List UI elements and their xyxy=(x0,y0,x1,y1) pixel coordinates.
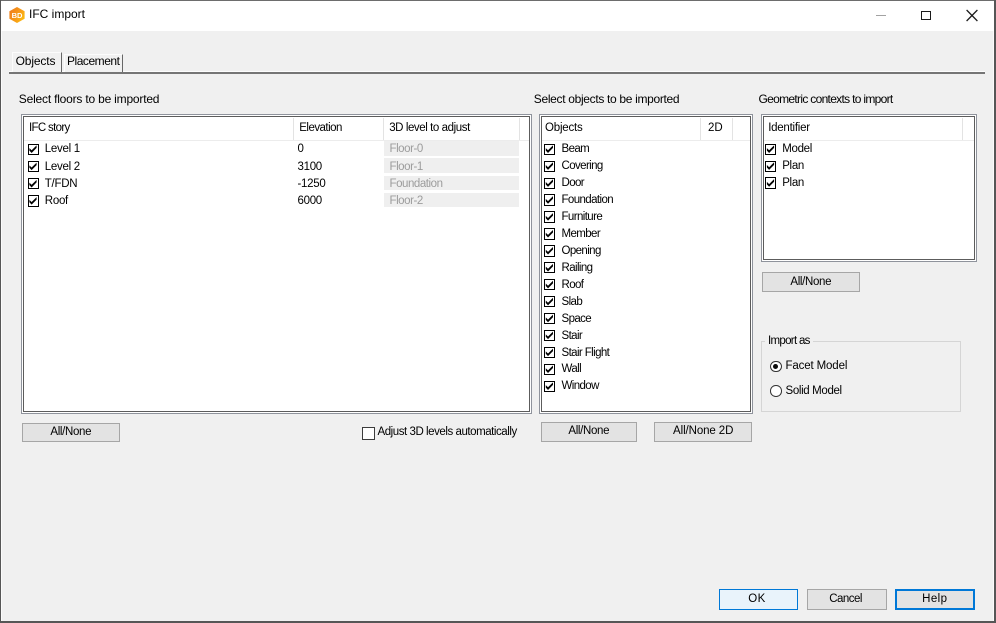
svg-text:BD: BD xyxy=(12,11,23,20)
